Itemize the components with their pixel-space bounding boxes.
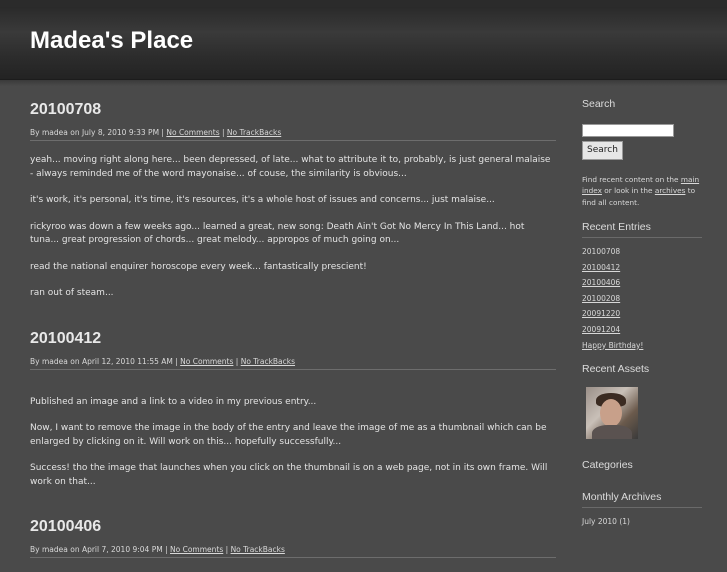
entry-meta: By madea on April 7, 2010 9:04 PM | No C… (30, 545, 556, 558)
header-shadow (0, 80, 727, 86)
entry-paragraph: ran out of steam... (30, 288, 114, 298)
thumbnail-shirt (592, 425, 632, 440)
search-input[interactable] (582, 124, 674, 137)
meta-separator: | (223, 545, 231, 554)
archive-link[interactable]: July 2010 (1) (582, 517, 630, 526)
entry-byline: By madea on April 7, 2010 9:04 PM | (30, 545, 171, 554)
recent-entries-heading: Recent Entries (582, 221, 702, 238)
recent-entry-link[interactable]: 20100708 (582, 247, 620, 256)
entry-paragraph: rickyroo was down a few weeks ago... lea… (30, 221, 525, 246)
entry-byline: By madea on July 8, 2010 9:33 PM | (30, 128, 167, 137)
list-item[interactable]: 20100406 (582, 275, 702, 291)
trackbacks-link[interactable]: No TrackBacks (227, 128, 281, 137)
search-note-text: Find recent content on the (582, 174, 681, 184)
list-item[interactable]: 20091220 (582, 306, 702, 322)
entry-byline: By madea on April 12, 2010 11:55 AM | (30, 356, 181, 366)
entry-paragraph: Published an image and a link to a video… (30, 396, 317, 407)
entry-meta: By madea on April 12, 2010 11:55 AM | No… (30, 357, 556, 370)
categories-heading: Categories (582, 459, 633, 472)
entry-title[interactable]: 20100412 (30, 327, 556, 351)
search-heading: Search (582, 98, 616, 110)
monthly-archives-list: July 2010 (1) (582, 514, 702, 530)
trackbacks-link[interactable]: No TrackBacks (241, 357, 295, 366)
monthly-archives-heading: Monthly Archives (582, 491, 702, 509)
recent-entry-link[interactable]: 20100412 (582, 263, 620, 272)
entry-title[interactable]: 20100708 (30, 98, 556, 122)
list-item[interactable]: 20100708 (582, 244, 702, 260)
site-title-link[interactable]: Madea's Place (30, 27, 193, 55)
recent-entry-link[interactable]: 20100208 (582, 294, 620, 303)
meta-separator: | (219, 128, 227, 137)
entry-paragraph: it's work, it's personal, it's time, it'… (30, 195, 495, 205)
archives-link[interactable]: archives (655, 186, 686, 195)
entry-paragraph: Now, I want to remove the image in the b… (30, 423, 547, 447)
entry-paragraph: read the national enquirer horoscope eve… (30, 261, 367, 272)
entry-paragraph: yeah... moving right along here... been … (30, 155, 551, 179)
search-note: Find recent content on the main index or… (582, 174, 702, 209)
recent-entries-list: 20100708 20100412 20100406 20100208 2009… (582, 244, 702, 353)
main-content: 20100708 By madea on July 8, 2010 9:33 P… (30, 90, 556, 572)
recent-entry-link[interactable]: Happy Birthday! (582, 341, 643, 350)
meta-separator: | (233, 356, 241, 366)
list-item[interactable]: Happy Birthday! (582, 338, 702, 354)
sidebar: Search Search Find recent content on the… (582, 98, 702, 540)
comments-link[interactable]: No Comments (166, 128, 219, 137)
entry-body: Published an image and a link to a video… (30, 396, 556, 490)
asset-thumbnail[interactable] (586, 387, 638, 440)
entry: 20100406 By madea on April 7, 2010 9:04 … (30, 515, 556, 558)
entry-title[interactable]: 20100406 (30, 515, 556, 539)
recent-assets-heading: Recent Assets (582, 363, 650, 376)
thumbnail-face (600, 399, 622, 428)
recent-entry-link[interactable]: 20091220 (582, 309, 620, 318)
entry-paragraph: Success! tho the image that launches whe… (30, 463, 548, 487)
list-item[interactable]: 20100208 (582, 291, 702, 307)
recent-entry-link[interactable]: 20091204 (582, 325, 620, 334)
comments-link[interactable]: No Comments (180, 357, 233, 366)
entry: 20100412 By madea on April 12, 2010 11:5… (30, 327, 556, 490)
entry-meta: By madea on July 8, 2010 9:33 PM | No Co… (30, 128, 556, 141)
site-header: Madea's Place (0, 7, 727, 80)
entry: 20100708 By madea on July 8, 2010 9:33 P… (30, 98, 556, 301)
search-note-text: or look in the (601, 186, 655, 195)
list-item[interactable]: July 2010 (1) (582, 514, 702, 530)
recent-entry-link[interactable]: 20100406 (582, 278, 620, 287)
top-strip (0, 0, 727, 7)
comments-link[interactable]: No Comments (170, 545, 223, 554)
search-button[interactable]: Search (582, 140, 623, 160)
entry-body: yeah... moving right along here... been … (30, 154, 556, 301)
list-item[interactable]: 20100412 (582, 260, 702, 276)
list-item[interactable]: 20091204 (582, 322, 702, 338)
trackbacks-link[interactable]: No TrackBacks (231, 545, 285, 554)
